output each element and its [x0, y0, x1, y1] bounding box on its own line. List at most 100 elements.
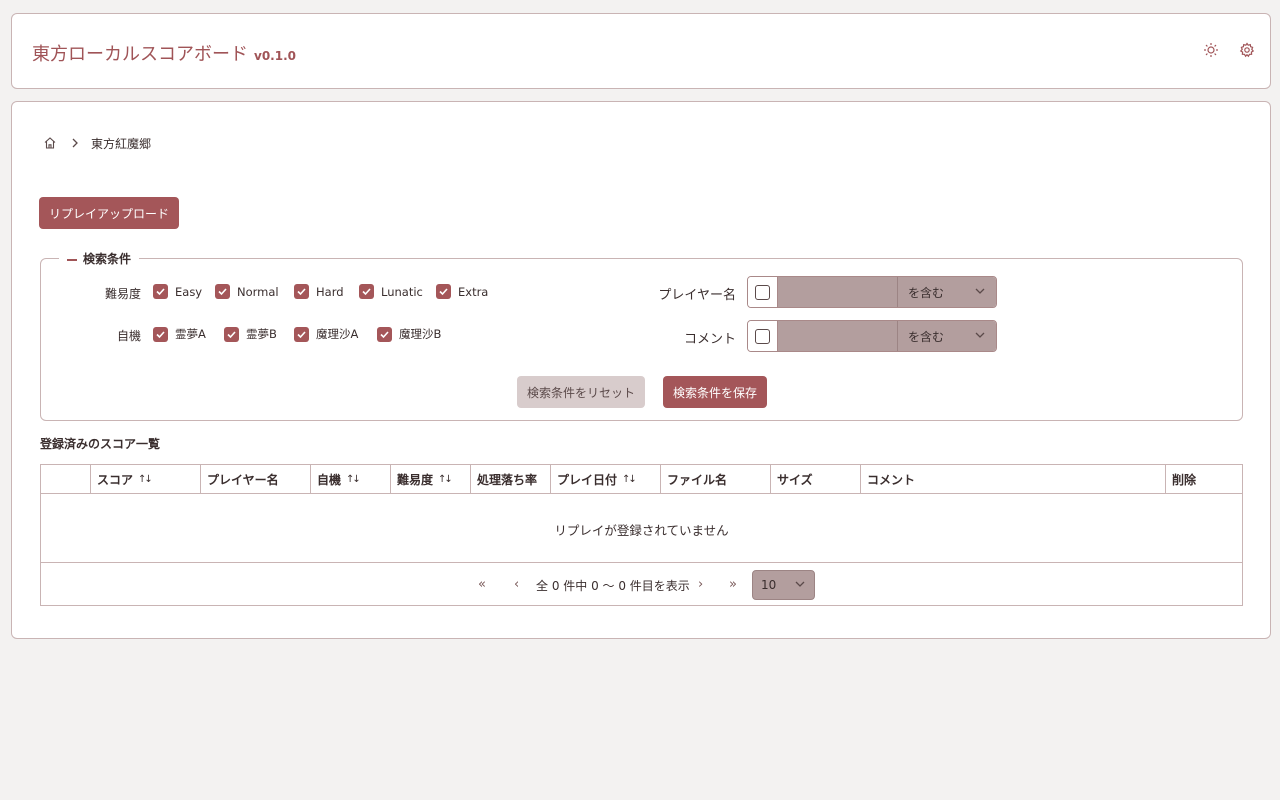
prev-page-button[interactable]: ‹	[514, 577, 519, 592]
difficulty-label: 難易度	[104, 287, 141, 301]
app-version: v0.1.0	[254, 49, 296, 63]
character-checkbox-marisa-b[interactable]: 魔理沙B	[377, 326, 441, 342]
check-icon	[153, 326, 168, 342]
sort-icon[interactable]: ↑↓	[622, 474, 637, 485]
rows-per-page-select[interactable]: 10	[752, 570, 815, 600]
sort-icon[interactable]: ↑↓	[346, 474, 361, 485]
difficulty-checkbox-lunatic[interactable]: Lunatic	[359, 284, 423, 299]
home-icon[interactable]	[43, 136, 57, 150]
search-legend-text: 検索条件	[83, 252, 132, 266]
difficulty-label-extra: Extra	[458, 284, 489, 299]
character-label-marisa-a: 魔理沙A	[316, 327, 359, 341]
column-header-select	[41, 465, 91, 493]
player-name-match-select[interactable]: を含む	[898, 277, 996, 307]
reset-search-button[interactable]: 検索条件をリセット	[517, 376, 645, 408]
column-header-difficulty[interactable]: 難易度 ↑↓	[391, 465, 471, 493]
column-header-play-date[interactable]: プレイ日付 ↑↓	[551, 465, 661, 493]
character-label-reimu-b: 霊夢B	[246, 327, 277, 341]
player-name-enable-checkbox[interactable]	[748, 277, 778, 307]
character-label-reimu-a: 霊夢A	[175, 327, 206, 341]
rows-per-page-value: 10	[761, 578, 777, 592]
difficulty-label-hard: Hard	[316, 284, 344, 299]
collapse-dash-icon[interactable]	[67, 258, 77, 261]
score-list-title: 登録済みのスコア一覧	[40, 437, 161, 451]
check-icon	[215, 284, 230, 299]
search-conditions: 検索条件 難易度 Easy Normal Hard Lunatic Extra …	[40, 250, 1243, 421]
player-name-label: プレイヤー名	[658, 288, 736, 303]
column-label: 削除	[1172, 472, 1197, 487]
column-header-character[interactable]: 自機 ↑↓	[311, 465, 391, 493]
column-label: プレイヤー名	[207, 472, 279, 487]
column-label: 自機	[317, 472, 342, 487]
character-checkbox-reimu-b[interactable]: 霊夢B	[224, 326, 277, 342]
chevron-down-icon	[974, 285, 986, 300]
comment-match-select[interactable]: を含む	[898, 321, 996, 351]
score-table: スコア ↑↓ プレイヤー名 自機 ↑↓ 難易度 ↑↓ 処理落ち率 プレイ日付 ↑↓ ファ…	[40, 464, 1243, 606]
check-icon	[359, 284, 374, 299]
column-header-player-name: プレイヤー名	[201, 465, 311, 493]
column-header-slowdown: 処理落ち率	[471, 465, 551, 493]
comment-match-value: を含む	[908, 329, 945, 344]
column-label: 難易度	[397, 472, 434, 487]
check-icon	[294, 284, 309, 299]
difficulty-checkbox-hard[interactable]: Hard	[294, 284, 344, 299]
first-page-button[interactable]: «	[478, 577, 486, 592]
column-label: プレイ日付	[557, 472, 618, 487]
chevron-right-icon	[69, 137, 81, 149]
check-icon	[377, 326, 392, 342]
character-checkbox-reimu-a[interactable]: 霊夢A	[153, 326, 206, 342]
difficulty-checkbox-easy[interactable]: Easy	[153, 284, 202, 299]
save-search-button[interactable]: 検索条件を保存	[663, 376, 767, 408]
difficulty-label-easy: Easy	[175, 284, 203, 299]
column-header-comment: コメント	[861, 465, 1166, 493]
column-header-file-name: ファイル名	[661, 465, 771, 493]
divider	[41, 562, 1242, 563]
replay-upload-button[interactable]: リプレイアップロード	[39, 197, 179, 229]
chevron-down-icon	[794, 578, 806, 593]
difficulty-checkbox-extra[interactable]: Extra	[436, 284, 488, 299]
comment-enable-checkbox[interactable]	[748, 321, 778, 351]
empty-message: リプレイが登録されていません	[554, 523, 729, 538]
character-label-marisa-b: 魔理沙B	[399, 327, 442, 341]
column-header-score[interactable]: スコア ↑↓	[91, 465, 201, 493]
difficulty-label-normal: Normal	[237, 284, 279, 299]
column-label: コメント	[867, 472, 916, 487]
player-name-input[interactable]	[778, 277, 898, 307]
checkbox-icon	[755, 328, 770, 344]
next-page-button[interactable]: ›	[698, 577, 703, 592]
checkbox-icon	[755, 284, 770, 300]
chevron-down-icon	[974, 329, 986, 344]
sun-icon[interactable]	[1203, 42, 1219, 58]
column-label: ファイル名	[667, 472, 728, 487]
sort-icon[interactable]: ↑↓	[138, 474, 153, 485]
pagination-info: 全 0 件中 0 〜 0 件目を表示	[536, 579, 690, 593]
check-icon	[224, 326, 239, 342]
player-name-filter: を含む	[747, 276, 997, 308]
check-icon	[153, 284, 168, 299]
column-label: 処理落ち率	[477, 472, 538, 487]
character-checkbox-marisa-a[interactable]: 魔理沙A	[294, 326, 358, 342]
comment-filter: を含む	[747, 320, 997, 352]
app-title: 東方ローカルスコアボード v0.1.0	[32, 40, 296, 66]
app-title-text: 東方ローカルスコアボード	[32, 44, 248, 65]
search-legend: 検索条件	[59, 250, 140, 267]
divider	[41, 493, 1242, 494]
gear-icon[interactable]	[1239, 42, 1255, 58]
player-name-match-value: を含む	[908, 285, 945, 300]
check-icon	[294, 326, 309, 342]
comment-input[interactable]	[778, 321, 898, 351]
main-panel: 東方紅魔郷 リプレイアップロード 検索条件 難易度 Easy Normal Ha…	[11, 101, 1271, 639]
column-header-delete: 削除	[1166, 465, 1242, 493]
difficulty-label-lunatic: Lunatic	[381, 284, 423, 299]
column-header-size: サイズ	[771, 465, 861, 493]
comment-label: コメント	[683, 332, 736, 347]
last-page-button[interactable]: »	[729, 577, 737, 592]
breadcrumb-current: 東方紅魔郷	[91, 137, 152, 151]
sort-icon[interactable]: ↑↓	[438, 474, 453, 485]
app-header: 東方ローカルスコアボード v0.1.0	[11, 13, 1271, 89]
check-icon	[436, 284, 451, 299]
column-label: スコア	[97, 472, 134, 487]
difficulty-checkbox-normal[interactable]: Normal	[215, 284, 279, 299]
column-label: サイズ	[777, 472, 813, 487]
character-label: 自機	[116, 329, 141, 343]
